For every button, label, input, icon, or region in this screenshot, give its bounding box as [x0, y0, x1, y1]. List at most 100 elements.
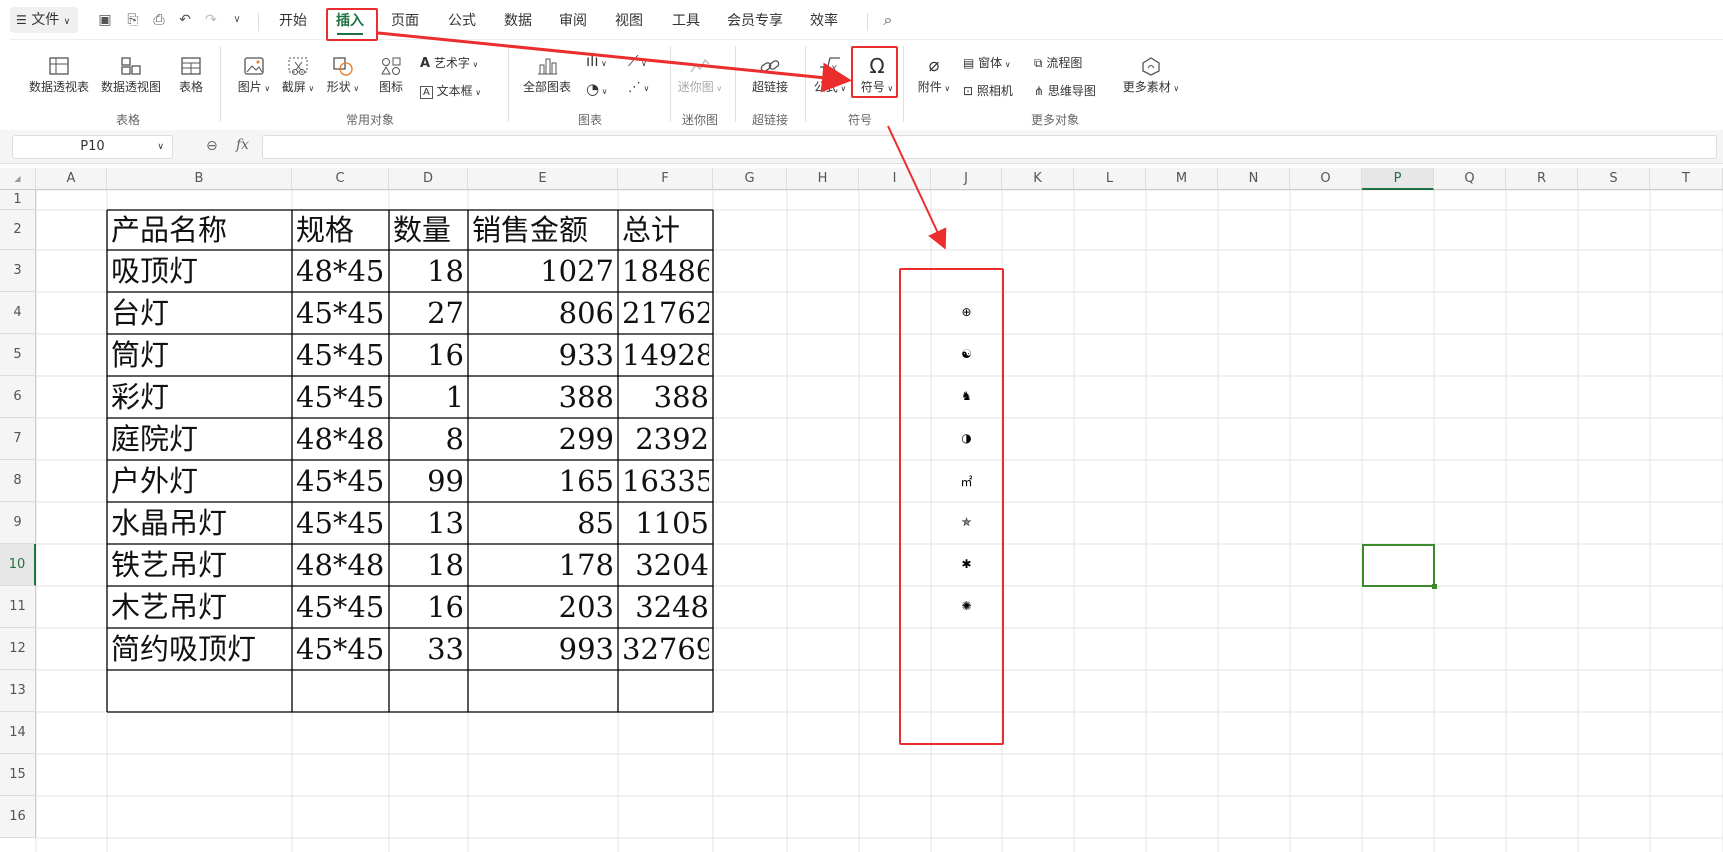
shape-button[interactable]: 形状 ∨ — [323, 54, 363, 95]
table-button[interactable]: 表格 — [173, 54, 209, 95]
window-button[interactable]: ▤ 窗体 ∨ — [963, 54, 1011, 71]
row-header-8[interactable]: 8 — [0, 460, 36, 502]
tab-formula[interactable]: 公式 — [448, 10, 476, 32]
pivot-table-button[interactable]: 数据透视表 — [28, 54, 90, 95]
table-cell-sales[interactable]: 993 — [472, 628, 614, 670]
table-cell-sales[interactable]: 388 — [472, 376, 614, 418]
table-cell-product[interactable]: 筒灯 — [111, 334, 288, 376]
table-cell-sales[interactable]: 933 — [472, 334, 614, 376]
table-cell-total[interactable]: 3248 — [622, 586, 709, 628]
table-cell-product[interactable]: 吸顶灯 — [111, 250, 288, 292]
table-cell-product[interactable]: 户外灯 — [111, 460, 288, 502]
select-all-corner[interactable]: ◢ — [0, 168, 36, 190]
table-cell-total[interactable]: 18486 — [622, 250, 709, 292]
print-preview-icon[interactable]: ⎙ — [150, 11, 168, 29]
formula-button[interactable]: x 公式 ∨ — [810, 54, 850, 95]
table-cell-qty[interactable]: 18 — [393, 544, 464, 586]
table-cell-spec[interactable]: 48*45 — [296, 250, 385, 292]
table-cell-total[interactable]: 1105 — [622, 502, 709, 544]
table-cell-spec[interactable]: 48*48 — [296, 418, 385, 460]
all-charts-button[interactable]: 全部图表 — [516, 54, 578, 95]
column-header-G[interactable]: G — [713, 168, 787, 190]
column-header-E[interactable]: E — [468, 168, 618, 190]
screenshot-button[interactable]: 截屏 ∨ — [278, 54, 318, 95]
table-header-sales[interactable]: 销售金额 — [472, 210, 614, 250]
selected-cell-p10[interactable] — [1362, 544, 1435, 587]
column-header-S[interactable]: S — [1578, 168, 1650, 190]
row-header-14[interactable]: 14 — [0, 712, 36, 754]
column-header-J[interactable]: J — [931, 168, 1002, 190]
row-header-15[interactable]: 15 — [0, 754, 36, 796]
table-header-total[interactable]: 总计 — [622, 210, 709, 250]
table-cell-total[interactable]: 16335 — [622, 460, 709, 502]
table-cell-spec[interactable]: 45*45 — [296, 334, 385, 376]
table-cell-sales[interactable]: 85 — [472, 502, 614, 544]
table-cell-sales[interactable]: 178 — [472, 544, 614, 586]
file-menu-button[interactable]: ☰ 文件 ∨ — [10, 7, 78, 33]
table-header-qty[interactable]: 数量 — [393, 210, 464, 250]
tab-data[interactable]: 数据 — [504, 10, 532, 32]
table-header-spec[interactable]: 规格 — [296, 210, 385, 250]
row-header-3[interactable]: 3 — [0, 250, 36, 292]
row-header-11[interactable]: 11 — [0, 586, 36, 628]
row-header-4[interactable]: 4 — [0, 292, 36, 334]
table-cell-qty[interactable]: 27 — [393, 292, 464, 334]
row-header-10[interactable]: 10 — [0, 544, 36, 586]
fx-icon[interactable]: fx — [236, 137, 249, 153]
row-header-1[interactable]: 1 — [0, 190, 36, 210]
more-material-button[interactable]: 更多素材 ∨ — [1116, 54, 1186, 95]
column-header-O[interactable]: O — [1290, 168, 1362, 190]
table-cell-product[interactable]: 铁艺吊灯 — [111, 544, 288, 586]
tab-page[interactable]: 页面 — [391, 10, 419, 32]
flowchart-button[interactable]: ⧉ 流程图 — [1034, 54, 1082, 71]
tab-efficiency[interactable]: 效率 — [810, 10, 838, 32]
column-chart-dropdown[interactable]: ılı ∨ — [586, 52, 607, 70]
column-header-N[interactable]: N — [1218, 168, 1290, 190]
row-header-9[interactable]: 9 — [0, 502, 36, 544]
undo-icon[interactable]: ↶ — [176, 11, 194, 29]
mindmap-button[interactable]: ⋔ 思维导图 — [1034, 82, 1096, 99]
column-header-L[interactable]: L — [1074, 168, 1146, 190]
zoom-icon[interactable]: ⊖ — [206, 138, 218, 154]
formula-input[interactable] — [262, 135, 1717, 159]
table-cell-product[interactable]: 庭院灯 — [111, 418, 288, 460]
row-header-16[interactable]: 16 — [0, 796, 36, 838]
table-cell-qty[interactable]: 1 — [393, 376, 464, 418]
search-icon[interactable]: ⌕ — [879, 11, 897, 29]
share-icon[interactable]: ⎘ — [124, 11, 142, 29]
column-header-Q[interactable]: Q — [1434, 168, 1506, 190]
table-cell-sales[interactable]: 1027 — [472, 250, 614, 292]
row-header-5[interactable]: 5 — [0, 334, 36, 376]
column-header-T[interactable]: T — [1650, 168, 1723, 190]
textbox-button[interactable]: A 文本框 ∨ — [420, 82, 481, 99]
scatter-chart-dropdown[interactable]: ⋰ ∨ — [628, 80, 649, 95]
column-header-A[interactable]: A — [36, 168, 107, 190]
row-header-2[interactable]: 2 — [0, 210, 36, 250]
table-cell-total[interactable]: 21762 — [622, 292, 709, 334]
table-cell-spec[interactable]: 45*45 — [296, 628, 385, 670]
column-header-K[interactable]: K — [1002, 168, 1074, 190]
camera-button[interactable]: ⊡ 照相机 — [963, 82, 1013, 99]
icon-button[interactable]: 图标 — [376, 54, 406, 95]
table-cell-spec[interactable]: 45*45 — [296, 586, 385, 628]
name-box[interactable]: P10 ∨ — [12, 135, 173, 159]
pie-chart-dropdown[interactable]: ◔ ∨ — [586, 80, 608, 98]
line-chart-dropdown[interactable]: ⟋ ∨ — [628, 52, 647, 70]
tab-view[interactable]: 视图 — [615, 10, 643, 32]
save-icon[interactable]: ▣ — [96, 11, 114, 29]
hyperlink-button[interactable]: 超链接 — [745, 54, 795, 95]
tab-tools[interactable]: 工具 — [672, 10, 700, 32]
column-header-R[interactable]: R — [1506, 168, 1578, 190]
column-header-F[interactable]: F — [618, 168, 713, 190]
selected-cell-fill-handle[interactable] — [1432, 584, 1437, 589]
tab-member[interactable]: 会员专享 — [727, 10, 783, 32]
table-header-product[interactable]: 产品名称 — [111, 210, 288, 250]
table-cell-sales[interactable]: 299 — [472, 418, 614, 460]
table-cell-product[interactable]: 简约吸顶灯 — [111, 628, 288, 670]
table-cell-qty[interactable]: 33 — [393, 628, 464, 670]
row-header-12[interactable]: 12 — [0, 628, 36, 670]
column-header-M[interactable]: M — [1146, 168, 1218, 190]
row-header-13[interactable]: 13 — [0, 670, 36, 712]
table-cell-spec[interactable]: 45*45 — [296, 292, 385, 334]
table-cell-spec[interactable]: 45*45 — [296, 376, 385, 418]
